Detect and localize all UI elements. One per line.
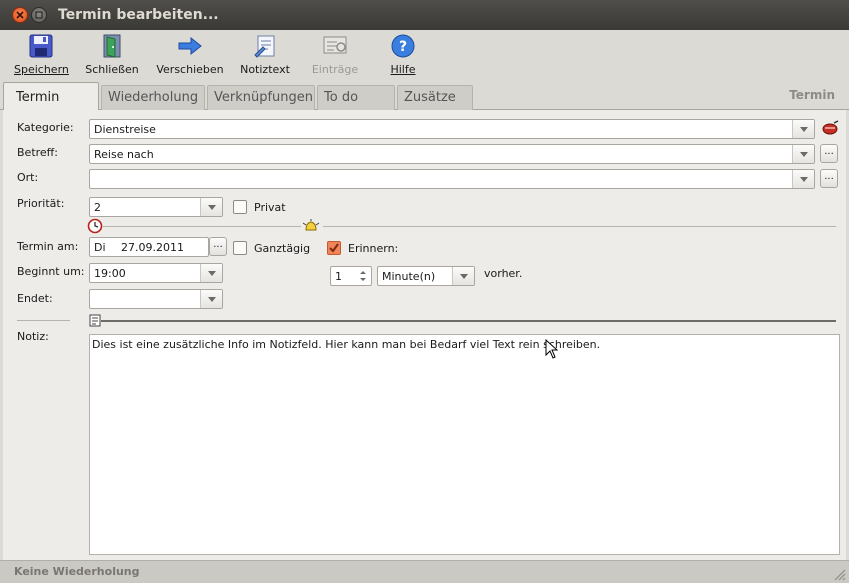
chevron-down-icon[interactable] (792, 170, 814, 188)
help-button[interactable]: ? Hilfe (388, 33, 418, 76)
chevron-down-icon[interactable] (200, 290, 222, 308)
vorher-label: vorher. (484, 267, 523, 280)
reminder-amount-stepper[interactable]: 1 (330, 266, 372, 286)
resize-grip-icon[interactable] (832, 567, 846, 581)
chevron-down-icon[interactable] (452, 267, 474, 285)
separator (17, 320, 70, 321)
ganztaegig-checkbox[interactable] (233, 241, 247, 255)
svg-text:?: ? (399, 39, 407, 55)
entries-label: Einträge (311, 63, 359, 76)
entries-list-icon (322, 33, 348, 59)
separator (323, 226, 836, 227)
separator (103, 226, 301, 227)
arrow-right-icon (177, 33, 203, 59)
kategorie-select[interactable]: Dienstreise (89, 119, 815, 139)
chevron-down-icon[interactable] (792, 145, 814, 163)
kategorie-label: Kategorie: (17, 121, 74, 134)
window-title: Termin bearbeiten... (58, 7, 219, 23)
tab-termin[interactable]: Termin (3, 82, 99, 111)
betreff-value: Reise nach (94, 148, 154, 161)
status-bar: Keine Wiederholung (0, 560, 849, 583)
clock-icon (87, 218, 103, 234)
termin-label: Termin am: (17, 240, 79, 253)
window-close-button[interactable] (12, 7, 28, 23)
betreff-more-button[interactable]: ... (820, 144, 838, 163)
termin-date: 27.09.2011 (121, 241, 185, 254)
beginnt-label: Beginnt um: (17, 265, 85, 278)
status-text: Keine Wiederholung (14, 565, 140, 578)
move-label: Verschieben (156, 63, 224, 76)
prioritaet-value: 2 (94, 201, 101, 214)
betreff-label: Betreff: (17, 146, 58, 159)
reminder-amount-value: 1 (335, 270, 342, 283)
kategorie-value: Dienstreise (94, 123, 156, 136)
close-icon (16, 11, 24, 19)
ganztaegig-label: Ganztägig (254, 242, 311, 255)
toolbar: Speichern Schließen Verschieben Notiztex… (0, 30, 849, 80)
betreff-input[interactable]: Reise nach (89, 144, 815, 164)
privat-label: Privat (254, 201, 286, 214)
notiz-textarea[interactable]: Dies ist eine zusätzliche Info im Notizf… (89, 334, 840, 555)
note-label: Notiztext (240, 63, 290, 76)
erinnern-checkbox[interactable] (327, 241, 341, 255)
chevron-down-icon[interactable] (792, 120, 814, 138)
close-button[interactable]: Schließen (84, 33, 140, 76)
tab-zusaetze[interactable]: Zusätze (397, 85, 473, 110)
erinnern-label: Erinnern: (348, 242, 399, 255)
move-button[interactable]: Verschieben (156, 33, 224, 76)
category-color-icon[interactable] (820, 119, 840, 138)
help-icon: ? (390, 33, 416, 59)
save-button[interactable]: Speichern (14, 33, 69, 76)
endet-label: Endet: (17, 292, 53, 305)
prioritaet-label: Priorität: (17, 197, 65, 210)
door-icon (99, 33, 125, 59)
note-icon (89, 314, 101, 327)
window-maximize-button[interactable] (31, 7, 47, 23)
beginnt-value: 19:00 (94, 267, 126, 280)
tab-todo[interactable]: To do (317, 85, 395, 110)
maximize-icon (35, 11, 43, 19)
ort-more-button[interactable]: ... (820, 169, 838, 188)
prioritaet-select[interactable]: 2 (89, 197, 223, 217)
spin-arrows-icon[interactable] (358, 269, 368, 283)
termin-date-input[interactable]: Di 27.09.2011 (89, 237, 209, 257)
privat-checkbox[interactable] (233, 200, 247, 214)
termin-day: Di (94, 241, 106, 254)
close-label: Schließen (85, 63, 139, 76)
mouse-cursor-icon (545, 339, 559, 359)
checkmark-icon (329, 243, 339, 253)
chevron-down-icon[interactable] (200, 264, 222, 282)
title-bar: Termin bearbeiten... (0, 0, 849, 30)
tab-wiederholung[interactable]: Wiederholung (101, 85, 205, 110)
notiz-label: Notiz: (17, 330, 49, 343)
help-label: Hilfe (390, 63, 416, 76)
ort-input[interactable] (89, 169, 815, 189)
appointment-window: Termin bearbeiten... Speichern Schließen… (0, 0, 849, 583)
termin-panel: Kategorie: Dienstreise Betreff: Reise na… (3, 110, 846, 560)
entries-button[interactable]: Einträge (310, 33, 360, 76)
reminder-unit-select[interactable]: Minute(n) (377, 266, 475, 286)
notiz-text: Dies ist eine zusätzliche Info im Notizf… (92, 338, 601, 351)
ort-label: Ort: (17, 171, 39, 184)
note-edit-icon (252, 33, 278, 59)
tab-bar: Termin Wiederholung Verknüpfungen To do … (0, 82, 849, 111)
alarm-bell-icon (301, 218, 321, 234)
endet-select[interactable] (89, 289, 223, 309)
floppy-disk-icon (28, 33, 54, 59)
tab-bar-caption: Termin (789, 88, 835, 102)
date-picker-button[interactable]: ... (209, 237, 227, 256)
beginnt-select[interactable]: 19:00 (89, 263, 223, 283)
reminder-unit-value: Minute(n) (382, 270, 436, 283)
tab-verknuepfungen[interactable]: Verknüpfungen (207, 85, 315, 110)
chevron-down-icon[interactable] (200, 198, 222, 216)
note-button[interactable]: Notiztext (240, 33, 290, 76)
separator (101, 320, 836, 322)
save-label: Speichern (14, 63, 69, 76)
